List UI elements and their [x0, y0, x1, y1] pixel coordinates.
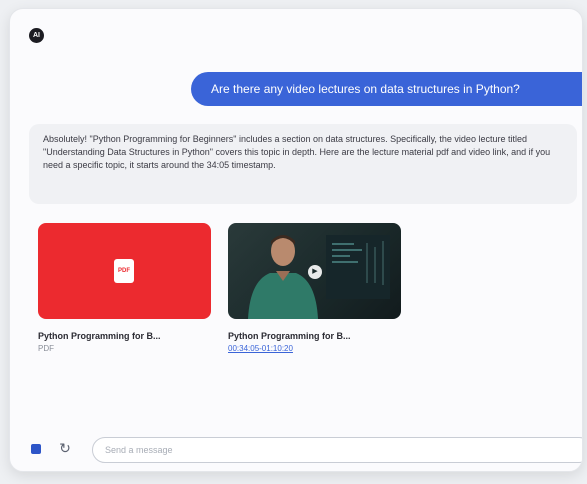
- user-message-bubble: Are there any video lectures on data str…: [191, 72, 582, 106]
- composer-bar: ↻: [10, 431, 582, 471]
- attachment-title[interactable]: Python Programming for B...: [38, 331, 211, 341]
- refresh-icon[interactable]: ↻: [57, 439, 73, 457]
- pdf-thumbnail[interactable]: PDF: [38, 223, 211, 319]
- attachment-type: PDF: [38, 344, 54, 353]
- attachment-card-pdf[interactable]: PDF Python Programming for B... PDF: [38, 223, 211, 353]
- stop-icon[interactable]: [31, 444, 41, 454]
- pdf-icon: PDF: [114, 259, 134, 283]
- app-logo: AI: [29, 28, 44, 43]
- video-thumbnail[interactable]: ▶: [228, 223, 401, 319]
- assistant-message-bubble: Absolutely! "Python Programming for Begi…: [29, 124, 577, 204]
- video-timestamp-link[interactable]: 00:34:05-01:10:20: [228, 344, 401, 353]
- chat-panel: AI Are there any video lectures on data …: [9, 8, 583, 472]
- attachment-title[interactable]: Python Programming for B...: [228, 331, 401, 341]
- play-icon[interactable]: ▶: [308, 265, 322, 279]
- message-input[interactable]: [92, 437, 582, 463]
- attachment-card-video[interactable]: ▶ Python Programming for B... 00:34:05-0…: [228, 223, 401, 353]
